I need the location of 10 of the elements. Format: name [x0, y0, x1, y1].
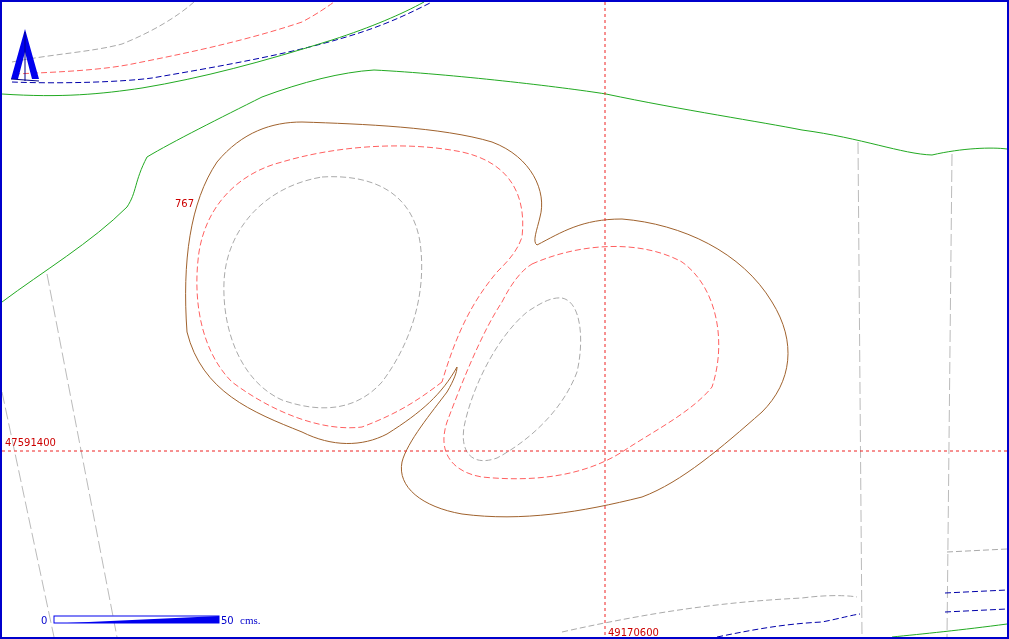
scale-start-label: 0 — [41, 615, 48, 626]
spot-height-label: 767 — [175, 198, 195, 209]
contour-line — [944, 608, 1007, 613]
grid-coordinate-label: 49170600 — [608, 627, 659, 637]
contour-line — [946, 548, 1007, 553]
north-arrow-icon — [10, 29, 40, 82]
scale-unit-label: cms. — [240, 614, 261, 626]
scale-end-label: 50 — [221, 615, 234, 626]
contour-line — [944, 589, 1007, 594]
grid-coordinate-label: 47591400 — [5, 437, 56, 448]
